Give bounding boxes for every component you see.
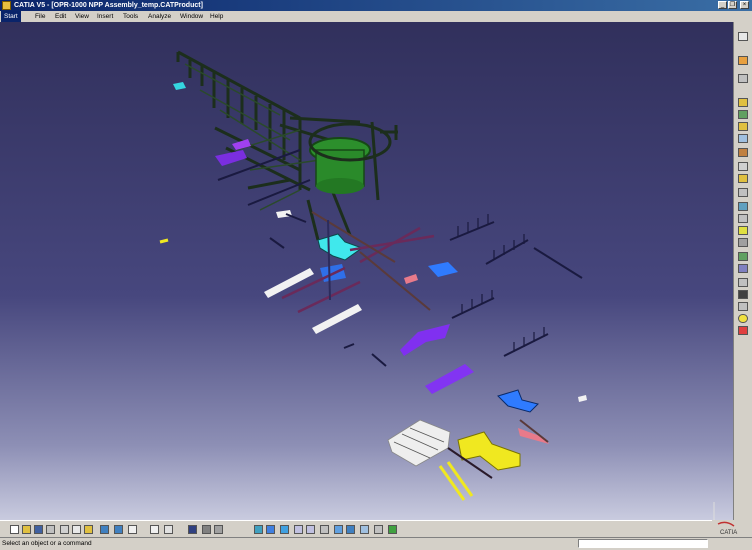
snap-icon[interactable] bbox=[738, 226, 748, 235]
fast-multi-instantiation-icon[interactable] bbox=[738, 188, 748, 197]
catia-app-icon[interactable] bbox=[2, 1, 11, 10]
fix-icon[interactable] bbox=[738, 278, 748, 287]
minimize-button[interactable]: _ bbox=[718, 1, 727, 9]
product-icon[interactable] bbox=[738, 56, 748, 65]
render-icon[interactable] bbox=[388, 525, 397, 534]
yellow-small-item bbox=[159, 238, 169, 244]
white-lattice-structure bbox=[387, 419, 451, 467]
select-arrow-icon[interactable] bbox=[738, 32, 748, 41]
purple-plate-lower bbox=[425, 364, 474, 394]
multi-instantiation-icon[interactable] bbox=[738, 174, 748, 183]
compass-axis-icon[interactable] bbox=[700, 490, 728, 520]
menu-tools[interactable]: Tools bbox=[123, 11, 138, 22]
yellow-platform bbox=[457, 431, 521, 471]
pan-icon[interactable] bbox=[266, 525, 275, 534]
formula-icon[interactable] bbox=[150, 525, 159, 534]
replace-component-icon[interactable] bbox=[738, 110, 748, 119]
yellow-stairs bbox=[438, 461, 474, 501]
menu-window[interactable]: Window bbox=[180, 11, 203, 22]
menu-view[interactable]: View bbox=[75, 11, 89, 22]
railing-posts bbox=[457, 214, 545, 352]
zoom-out-icon[interactable] bbox=[306, 525, 315, 534]
purple-plate-mid bbox=[400, 324, 450, 356]
menu-edit[interactable]: Edit bbox=[55, 11, 66, 22]
paste-icon[interactable] bbox=[84, 525, 93, 534]
lightbulb-icon[interactable] bbox=[738, 314, 748, 323]
menu-start[interactable]: Start bbox=[1, 11, 21, 22]
rotate-icon[interactable] bbox=[280, 525, 289, 534]
white-small-plate bbox=[276, 210, 292, 218]
reactor-base bbox=[316, 178, 364, 194]
fly-mode-icon[interactable] bbox=[214, 525, 223, 534]
stop-manipulate-icon[interactable] bbox=[738, 252, 748, 261]
graph-tree-icon[interactable] bbox=[738, 122, 748, 131]
reorder-icon[interactable] bbox=[738, 202, 748, 211]
swap-visible-icon[interactable] bbox=[374, 525, 383, 534]
restore-button[interactable]: ❐ bbox=[728, 1, 737, 9]
whats-this-icon[interactable] bbox=[128, 525, 137, 534]
menu-analyze[interactable]: Analyze bbox=[148, 11, 171, 22]
status-bar: Select an object or a command bbox=[0, 537, 752, 550]
white-tiny-plate bbox=[578, 395, 587, 402]
catia-logo: CATIA bbox=[712, 520, 748, 536]
menu-help[interactable]: Help bbox=[210, 11, 223, 22]
zoom-in-icon[interactable] bbox=[294, 525, 303, 534]
save-icon[interactable] bbox=[34, 525, 43, 534]
redo-icon[interactable] bbox=[114, 525, 123, 534]
shading-icon[interactable] bbox=[346, 525, 355, 534]
window-title: CATIA V5 - [OPR-1000 NPP Assembly_temp.C… bbox=[14, 2, 203, 9]
update-icon[interactable] bbox=[738, 290, 748, 299]
fit-all-icon[interactable] bbox=[254, 525, 263, 534]
catalog-icon[interactable] bbox=[164, 525, 173, 534]
delete-icon[interactable] bbox=[738, 326, 748, 335]
vertical-column bbox=[327, 219, 331, 301]
close-button[interactable]: × bbox=[740, 1, 749, 9]
copy-icon[interactable] bbox=[72, 525, 81, 534]
constraint-icon[interactable] bbox=[738, 264, 748, 273]
explode-icon[interactable] bbox=[738, 238, 748, 247]
normal-view-icon[interactable] bbox=[320, 525, 329, 534]
analyze-icon[interactable] bbox=[738, 302, 748, 311]
selective-load-icon[interactable] bbox=[738, 148, 748, 157]
cyan-small-plate bbox=[173, 82, 186, 90]
blue-plate-right bbox=[428, 262, 458, 277]
iso-view-icon[interactable] bbox=[334, 525, 343, 534]
print-icon[interactable] bbox=[46, 525, 55, 534]
generate-numbering-icon[interactable] bbox=[738, 134, 748, 143]
cut-icon[interactable] bbox=[60, 525, 69, 534]
assembly-model[interactable] bbox=[0, 22, 733, 520]
status-message: Select an object or a command bbox=[2, 540, 92, 547]
white-plate-mid bbox=[312, 304, 362, 334]
bom-icon[interactable] bbox=[188, 525, 197, 534]
pink-small-plate bbox=[404, 274, 418, 284]
blue-plate-lower-right bbox=[497, 389, 539, 413]
title-bar: CATIA V5 - [OPR-1000 NPP Assembly_temp.C… bbox=[0, 0, 752, 11]
manipulation-icon[interactable] bbox=[738, 214, 748, 223]
measure-icon[interactable] bbox=[202, 525, 211, 534]
existing-component-icon[interactable] bbox=[738, 98, 748, 107]
undo-icon[interactable] bbox=[100, 525, 109, 534]
hide-show-icon[interactable] bbox=[360, 525, 369, 534]
component-icon[interactable] bbox=[738, 74, 748, 83]
catia-logo-text: CATIA bbox=[720, 530, 737, 536]
menu-insert[interactable]: Insert bbox=[97, 11, 113, 22]
purple-plate-top bbox=[215, 150, 247, 166]
3d-viewport[interactable] bbox=[0, 22, 733, 520]
open-icon[interactable] bbox=[22, 525, 31, 534]
bottom-toolbar bbox=[0, 520, 733, 538]
menu-file[interactable]: File bbox=[35, 11, 45, 22]
manage-representations-icon[interactable] bbox=[738, 162, 748, 171]
right-toolbar bbox=[733, 22, 752, 520]
new-icon[interactable] bbox=[10, 525, 19, 534]
command-input[interactable] bbox=[578, 539, 708, 548]
